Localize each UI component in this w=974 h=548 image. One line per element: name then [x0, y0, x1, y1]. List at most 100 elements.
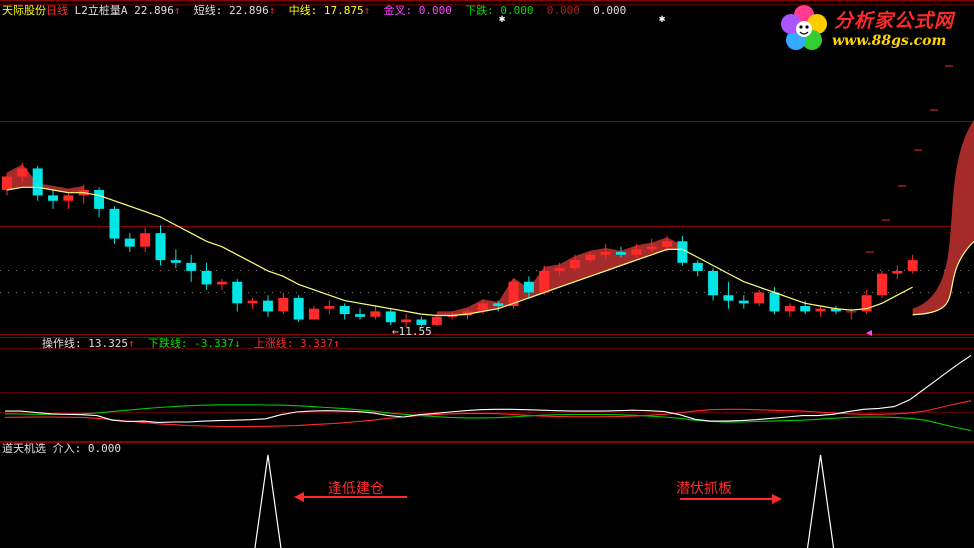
enter-value: 0.000	[87, 442, 121, 455]
down-line-label: 下跌线:	[147, 337, 188, 350]
candle-body	[600, 252, 611, 255]
candle-body	[201, 270, 212, 285]
candle-body	[815, 308, 826, 312]
candle-body	[385, 311, 396, 323]
position-marker	[866, 330, 872, 336]
candle-body	[293, 297, 304, 320]
candle-body	[892, 270, 903, 274]
candle-body	[646, 246, 657, 250]
candle-body	[355, 314, 366, 317]
oscillator-header: 操作线: 13.325↑, 下跌线: -3.337↓, 上涨线: 3.337↑.	[42, 337, 347, 350]
candle-body	[876, 273, 887, 296]
candle-body	[339, 306, 350, 315]
candle-body	[677, 241, 688, 263]
candle-body	[370, 311, 381, 317]
signal-panel	[254, 454, 835, 548]
candle-body	[769, 292, 780, 312]
low-price-marker: ←11.55	[392, 325, 432, 338]
arrow-up-icon: ↑	[333, 337, 340, 350]
candle-body	[800, 306, 811, 312]
candle-body	[692, 262, 703, 271]
candle-body	[63, 195, 74, 201]
candle-body	[186, 262, 197, 271]
candle-body	[723, 295, 734, 301]
candle-body	[554, 268, 565, 271]
arrow-right-head	[772, 494, 782, 504]
signal-panel-header: 道天机选 介入: 0.000	[2, 442, 121, 456]
arrow-down-icon: ↓	[233, 337, 241, 350]
mid-line-label: 中线:	[288, 4, 318, 17]
signal-spike	[254, 454, 282, 548]
candle-body	[17, 168, 28, 177]
op-line-value: 13.325	[88, 337, 128, 350]
candle-body	[585, 254, 596, 261]
candle-body	[907, 260, 918, 271]
extra-value-2: 0.000	[593, 4, 627, 17]
indicator-value: 22.896	[134, 4, 174, 17]
short-line-value: 22.896	[229, 4, 269, 17]
candle-body	[754, 292, 765, 304]
arrow-up-icon: ↑	[268, 4, 276, 17]
grid-lines: ✱ ✱	[0, 0, 974, 443]
logo-url[interactable]: www.88gs.com	[832, 33, 946, 49]
candle-body	[708, 270, 719, 296]
candle-body	[247, 300, 258, 304]
up-line-value: 3.337	[300, 337, 334, 350]
down-label: 下跌:	[465, 4, 494, 17]
candle-body	[523, 281, 534, 293]
up-line-label: 上涨线:	[253, 337, 294, 350]
candle-body	[493, 303, 504, 307]
gold-cross-value: 0.000	[418, 4, 452, 17]
arrow-up-icon: ↑	[128, 337, 135, 350]
candle-body	[569, 260, 580, 269]
indicator-name: L2立桩量A	[74, 4, 128, 17]
flower-icon	[781, 5, 827, 50]
stock-name: 天际股份	[2, 4, 46, 17]
candle-body	[155, 233, 166, 261]
candle-body	[2, 176, 12, 190]
candle-body	[846, 311, 857, 313]
candle-body	[32, 168, 43, 196]
enter-label: 介入:	[52, 442, 82, 455]
candle-body	[170, 260, 181, 263]
signal-spike	[806, 454, 835, 548]
up-line	[4, 400, 972, 428]
candle-body	[401, 319, 412, 323]
annotation-left: 逢低建仓	[328, 481, 384, 497]
candle-body	[262, 300, 273, 312]
trend-band	[7, 119, 974, 316]
star-marker: ✱	[659, 12, 666, 25]
candlestick-series	[2, 163, 918, 328]
candle-body	[140, 233, 151, 247]
chart-window: ✱ ✱ 天际股份日线 L2立桩量A 22.896↑, 短线: 22.896↑, 中…	[0, 0, 974, 548]
candle-body	[109, 208, 120, 239]
candle-body	[124, 238, 135, 247]
candle-body	[94, 189, 105, 209]
logo-title: 分析家公式网	[834, 10, 955, 32]
site-logo[interactable]: 分析家公式网 www.88gs.com	[776, 2, 972, 56]
signal-title: 道天机选	[2, 442, 46, 455]
annotation-right: 潜伏抓板	[676, 481, 732, 497]
chart-canvas: ✱ ✱	[0, 0, 974, 548]
candle-body	[48, 195, 59, 201]
extra-value-1: 0.000	[546, 4, 580, 17]
arrow-up-icon: ↑	[363, 4, 371, 17]
down-line	[4, 404, 972, 432]
arrow-left-head	[294, 492, 304, 502]
down-value: 0.000	[500, 4, 534, 17]
candle-body	[631, 249, 642, 255]
period-label: 日线	[46, 4, 68, 17]
candle-body	[616, 252, 626, 255]
gold-cross-label: 金叉:	[383, 4, 413, 17]
candle-body	[539, 270, 550, 293]
short-line-label: 短线:	[193, 4, 223, 17]
candle-body	[324, 306, 335, 309]
candle-body	[431, 316, 442, 325]
low-price-value: 11.55	[398, 325, 432, 338]
main-panel-header: 天际股份日线 L2立桩量A 22.896↑, 短线: 22.896↑, 中线: …	[2, 4, 627, 17]
band-extension	[912, 119, 974, 315]
candle-body	[232, 281, 243, 304]
arrow-up-icon: ↑	[173, 4, 181, 17]
candle-body	[662, 241, 673, 247]
band-segment	[436, 237, 683, 316]
